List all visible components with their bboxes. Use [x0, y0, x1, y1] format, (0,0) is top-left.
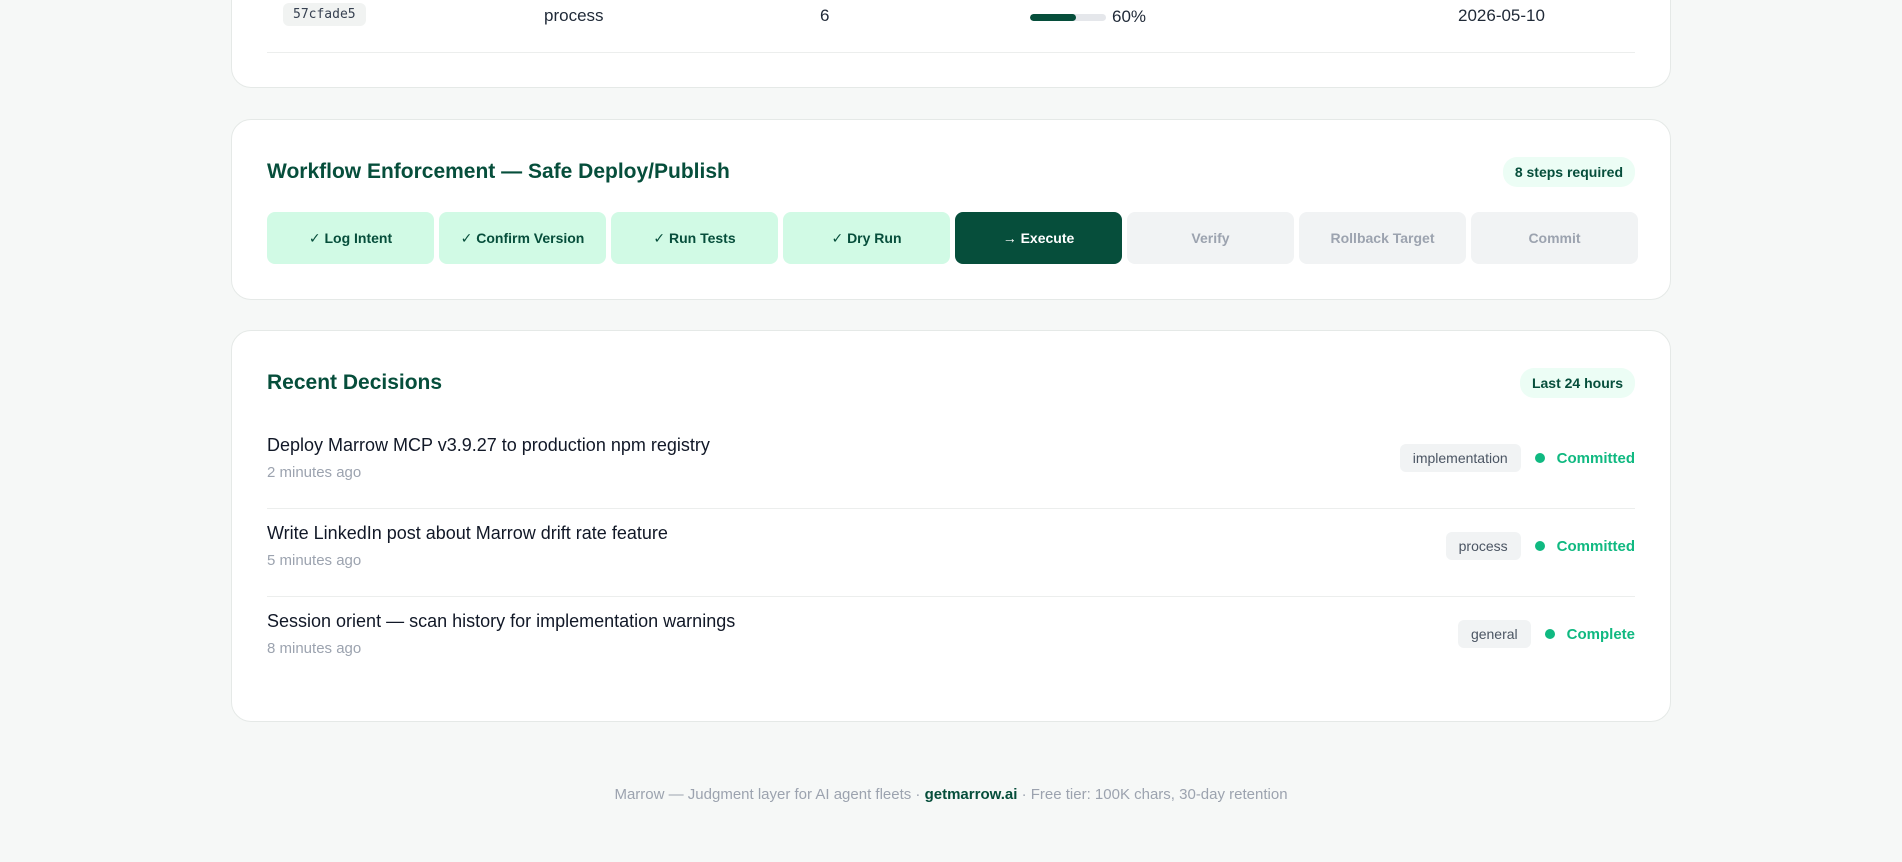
status-label: Committed	[1556, 537, 1635, 555]
website-link[interactable]: getmarrow.ai	[925, 786, 1018, 803]
progress-cell: 60%	[1030, 7, 1146, 27]
footer: Marrow — Judgment layer for AI agent fle…	[0, 786, 1902, 803]
progress-label: 60%	[1112, 7, 1147, 26]
workflow-card: Workflow Enforcement — Safe Deploy/Publi…	[231, 119, 1671, 300]
patterns-table-card: 57cfade5 process 6 60% 2026-05-10	[231, 0, 1671, 88]
progress-bar	[1030, 13, 1106, 21]
decisions-title: Recent Decisions	[267, 371, 443, 394]
footer-plan-info: · Free tier: 100K chars, 30-day retentio…	[1017, 786, 1288, 803]
step-commit[interactable]: Commit	[1471, 212, 1638, 264]
status-dot-icon	[1534, 541, 1545, 551]
category-cell: process	[544, 6, 604, 25]
workflow-title: Workflow Enforcement — Safe Deploy/Publi…	[267, 160, 730, 183]
status-badge: Committed	[1534, 537, 1635, 555]
decision-meta: implementation Committed	[1399, 444, 1635, 472]
status-dot-icon	[1544, 629, 1555, 639]
decisions-list: Deploy Marrow MCP v3.9.27 to production …	[267, 421, 1635, 685]
step-dry-run[interactable]: ✓ Dry Run	[783, 212, 950, 264]
decision-time: 8 minutes ago	[267, 640, 362, 657]
step-log-intent[interactable]: ✓ Log Intent	[267, 212, 434, 264]
decision-title: Write LinkedIn post about Marrow drift r…	[267, 523, 668, 543]
step-rollback-target[interactable]: Rollback Target	[1299, 212, 1466, 264]
page: 57cfade5 process 6 60% 2026-05-10 Workfl…	[0, 0, 1902, 862]
time-range-badge: Last 24 hours	[1519, 368, 1635, 398]
decision-title: Deploy Marrow MCP v3.9.27 to production …	[267, 435, 710, 455]
steps-required-badge: 8 steps required	[1502, 157, 1635, 187]
decision-time: 2 minutes ago	[267, 464, 362, 481]
decision-meta: process Committed	[1445, 532, 1635, 560]
table-row[interactable]: 57cfade5 process 6 60% 2026-05-10	[267, 0, 1635, 53]
step-confirm-version[interactable]: ✓ Confirm Version	[439, 212, 606, 264]
step-run-tests[interactable]: ✓ Run Tests	[611, 212, 778, 264]
hash-badge: 57cfade5	[283, 3, 366, 26]
list-item[interactable]: Write LinkedIn post about Marrow drift r…	[267, 509, 1635, 597]
decision-time: 5 minutes ago	[267, 552, 362, 569]
category-tag: general	[1457, 620, 1531, 648]
date-cell: 2026-05-10	[1458, 6, 1545, 25]
status-label: Complete	[1566, 625, 1635, 643]
status-label: Committed	[1556, 449, 1635, 467]
category-tag: implementation	[1399, 444, 1521, 472]
status-dot-icon	[1534, 453, 1545, 463]
footer-tagline: Marrow — Judgment layer for AI agent fle…	[614, 786, 925, 803]
category-tag: process	[1445, 532, 1521, 560]
list-item[interactable]: Session orient — scan history for implem…	[267, 597, 1635, 685]
decision-meta: general Complete	[1457, 620, 1635, 648]
status-badge: Committed	[1534, 449, 1635, 467]
workflow-steps: ✓ Log Intent ✓ Confirm Version ✓ Run Tes…	[267, 212, 1638, 264]
status-badge: Complete	[1544, 625, 1635, 643]
count-cell: 6	[820, 6, 830, 25]
list-item[interactable]: Deploy Marrow MCP v3.9.27 to production …	[267, 421, 1635, 509]
progress-bar-fill	[1030, 13, 1076, 21]
decision-title: Session orient — scan history for implem…	[267, 611, 736, 631]
step-verify[interactable]: Verify	[1127, 212, 1294, 264]
recent-decisions-card: Recent Decisions Last 24 hours Deploy Ma…	[231, 330, 1671, 722]
step-execute[interactable]: → Execute	[955, 212, 1122, 264]
